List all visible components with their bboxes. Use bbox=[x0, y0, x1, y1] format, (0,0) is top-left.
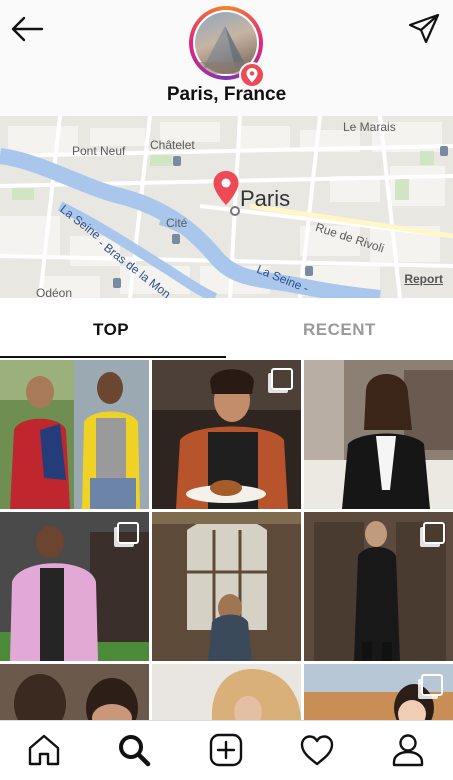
tab-active-indicator bbox=[0, 356, 226, 358]
map-label-cite: Cité bbox=[166, 216, 188, 230]
location-map[interactable]: Le Marais Pont Neuf Châtelet Cité Rue de… bbox=[0, 116, 453, 298]
post-thumbnail[interactable] bbox=[0, 664, 149, 720]
post-thumbnail[interactable] bbox=[152, 512, 301, 661]
add-post-icon[interactable] bbox=[207, 731, 245, 769]
location-header: Paris, France bbox=[0, 0, 453, 116]
tab-recent[interactable]: RECENT bbox=[303, 320, 376, 340]
post-grid bbox=[0, 360, 453, 720]
map-label-odeon: Odéon bbox=[36, 286, 73, 298]
map-report-link[interactable]: Report bbox=[404, 272, 443, 286]
multiple-posts-icon bbox=[271, 368, 293, 390]
multiple-posts-icon bbox=[421, 674, 443, 696]
post-thumbnail[interactable] bbox=[304, 664, 453, 720]
map-label-pont-neuf: Pont Neuf bbox=[72, 144, 126, 158]
multiple-posts-icon bbox=[423, 522, 445, 544]
post-thumbnail[interactable] bbox=[0, 512, 149, 661]
map-pin-icon bbox=[213, 171, 239, 205]
post-thumbnail[interactable] bbox=[152, 664, 301, 720]
post-thumbnail[interactable] bbox=[304, 360, 453, 509]
map-label-le-marais: Le Marais bbox=[343, 120, 396, 134]
post-thumbnail[interactable] bbox=[304, 512, 453, 661]
post-image bbox=[304, 360, 453, 509]
post-image bbox=[0, 664, 149, 720]
tab-top[interactable]: TOP bbox=[93, 320, 129, 340]
heart-icon[interactable] bbox=[298, 731, 336, 769]
post-thumbnail[interactable] bbox=[0, 360, 149, 509]
map-label-chatelet: Châtelet bbox=[150, 138, 195, 152]
bottom-nav bbox=[0, 720, 453, 780]
map-label-paris: Paris bbox=[240, 186, 291, 211]
post-image bbox=[152, 512, 301, 661]
location-title: Paris, France bbox=[166, 84, 287, 105]
search-icon[interactable] bbox=[115, 731, 153, 769]
feed-tabs: TOP RECENT bbox=[0, 298, 453, 358]
multiple-posts-icon bbox=[117, 522, 139, 544]
profile-icon[interactable] bbox=[389, 731, 427, 769]
home-icon[interactable] bbox=[25, 731, 63, 769]
arrow-left-icon[interactable] bbox=[10, 14, 44, 44]
post-thumbnail[interactable] bbox=[152, 360, 301, 509]
post-image bbox=[152, 664, 301, 720]
post-image bbox=[0, 360, 149, 509]
paper-plane-icon[interactable] bbox=[407, 12, 441, 46]
